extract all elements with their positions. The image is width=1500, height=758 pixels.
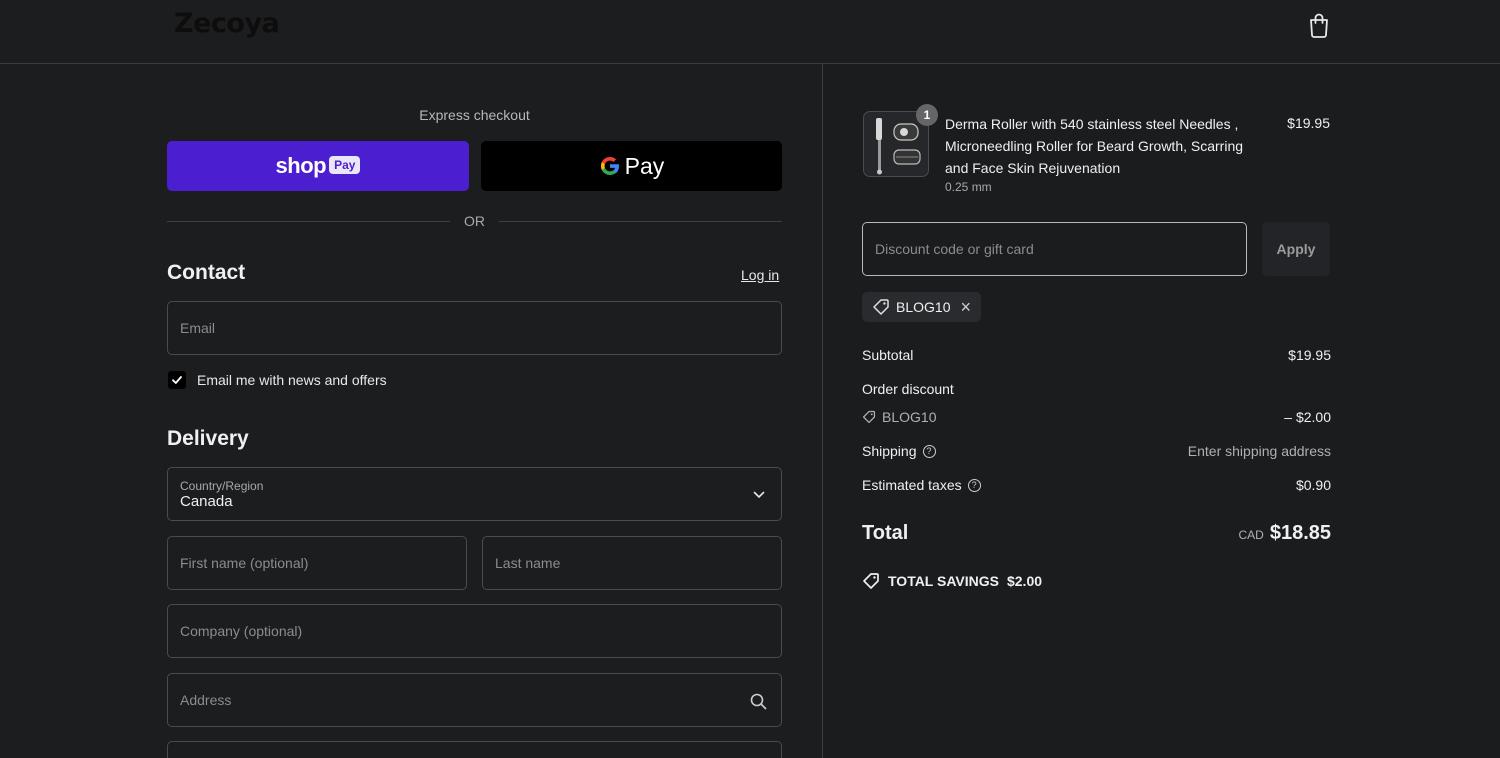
delivery-title: Delivery	[167, 427, 249, 450]
chevron-down-icon	[753, 491, 765, 499]
shop-pay-button[interactable]: shop Pay	[167, 141, 469, 191]
country-label: Country/Region	[180, 478, 264, 493]
search-icon	[750, 693, 767, 710]
order-summary: 1 Derma Roller with 540 stainless steel …	[823, 64, 1500, 758]
apply-button[interactable]: Apply	[1262, 222, 1330, 276]
checkbox-checked[interactable]	[168, 371, 186, 389]
shipping-label-group: Shipping ?	[862, 443, 936, 459]
checkout-form: Express checkout shop Pay Pay OR Contact…	[0, 64, 822, 758]
last-name-placeholder: Last name	[495, 555, 561, 571]
help-icon[interactable]: ?	[967, 478, 981, 492]
first-name-placeholder: First name (optional)	[180, 555, 309, 571]
product-thumbnail: 1	[863, 104, 938, 177]
total-value: $18.85	[1269, 522, 1331, 544]
taxes-value: $0.90	[1295, 477, 1331, 493]
or-divider: OR	[167, 211, 782, 231]
subtotal-value: $19.95	[1288, 347, 1331, 363]
country-value: Canada	[180, 492, 233, 510]
total-savings: TOTAL SAVINGS $2.00	[862, 572, 1042, 590]
shop-pay-logo: shop	[275, 153, 327, 178]
shipping-value: Enter shipping address	[1187, 443, 1331, 459]
applied-discount-chip: BLOG10 ×	[862, 292, 981, 322]
taxes-row: Estimated taxes ? $0.90	[862, 477, 1331, 493]
product-title: Derma Roller with 540 stainless steel Ne…	[945, 116, 1244, 176]
discount-code-tag: BLOG10	[862, 409, 936, 425]
next-field-partial[interactable]	[167, 741, 782, 758]
log-in-link[interactable]: Log in	[741, 267, 779, 283]
shipping-label: Shipping	[862, 443, 917, 459]
checkmark-icon	[172, 376, 182, 384]
header: Zecoya	[0, 0, 1500, 64]
email-placeholder: Email	[180, 320, 216, 336]
total-amount: CAD $18.85	[1238, 522, 1331, 545]
shopping-bag-icon[interactable]	[1307, 12, 1331, 38]
discount-placeholder: Discount code or gift card	[875, 241, 1034, 257]
remove-discount-icon[interactable]: ×	[960, 298, 971, 316]
country-select[interactable]: Country/Region Canada	[167, 467, 782, 521]
google-pay-button[interactable]: Pay	[481, 141, 782, 191]
product-variant: 0.25 mm	[945, 180, 992, 194]
shipping-row: Shipping ? Enter shipping address	[862, 443, 1331, 459]
store-logo[interactable]: Zecoya	[174, 8, 280, 39]
first-name-field[interactable]: First name (optional)	[167, 536, 467, 590]
savings-value: $2.00	[1006, 573, 1043, 589]
divider-line-left	[167, 220, 450, 222]
last-name-field[interactable]: Last name	[482, 536, 782, 590]
total-currency: CAD	[1238, 528, 1264, 542]
express-checkout-label: Express checkout	[419, 107, 530, 123]
tag-icon	[862, 410, 876, 424]
applied-code-label: BLOG10	[896, 299, 951, 315]
total-row: Total CAD $18.85	[862, 522, 1331, 545]
discount-code-input[interactable]: Discount code or gift card	[862, 222, 1247, 276]
tag-icon	[863, 573, 879, 589]
google-pay-label: Pay	[624, 152, 665, 179]
email-field[interactable]: Email	[167, 301, 782, 355]
address-placeholder: Address	[180, 692, 232, 708]
subtotal-row: Subtotal $19.95	[862, 347, 1331, 363]
discount-value: – $2.00	[1284, 409, 1331, 425]
shop-pay-pill: Pay	[329, 156, 361, 174]
address-field[interactable]: Address	[167, 673, 782, 727]
contact-title: Contact	[167, 261, 246, 284]
newsletter-label: Email me with news and offers	[197, 372, 387, 388]
company-field[interactable]: Company (optional)	[167, 604, 782, 658]
order-discount-label: Order discount	[862, 381, 954, 397]
total-label: Total	[862, 522, 909, 544]
discount-code-row: BLOG10 – $2.00	[862, 409, 1331, 425]
company-placeholder: Company (optional)	[180, 623, 303, 639]
savings-label: TOTAL SAVINGS	[888, 573, 999, 589]
divider-line-right	[499, 220, 782, 222]
taxes-label: Estimated taxes	[862, 477, 962, 493]
taxes-label-group: Estimated taxes ?	[862, 477, 981, 493]
or-text: OR	[464, 213, 485, 229]
newsletter-checkbox[interactable]: Email me with news and offers	[168, 371, 387, 389]
subtotal-label: Subtotal	[862, 347, 914, 363]
discount-code-label: BLOG10	[882, 409, 937, 425]
google-g-icon	[600, 157, 619, 175]
quantity-badge: 1	[916, 104, 938, 126]
product-price: $19.95	[1287, 115, 1330, 131]
tag-icon	[873, 299, 889, 315]
help-icon[interactable]: ?	[922, 444, 936, 458]
order-discount-row: Order discount	[862, 381, 1331, 397]
